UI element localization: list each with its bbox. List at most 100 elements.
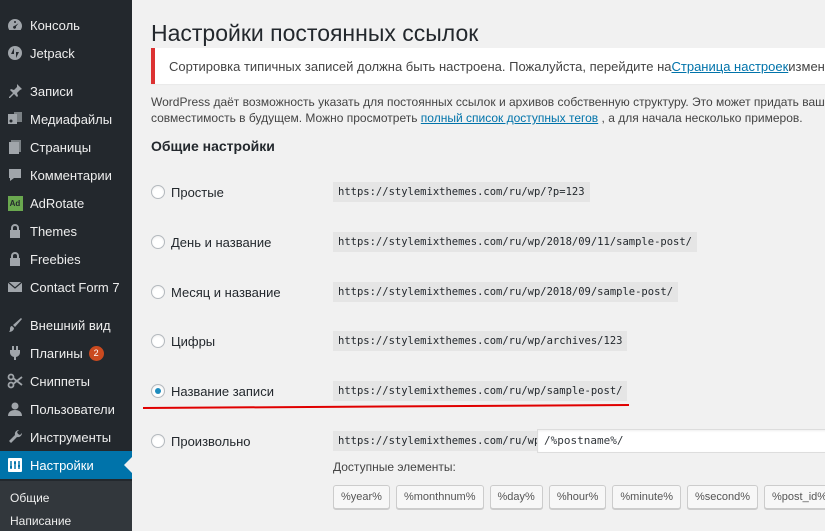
sidebar-item-plugins[interactable]: Плагины 2 [0,339,132,367]
option-label[interactable]: Месяц и название [171,285,281,300]
settings-page-link[interactable]: Страница настроек [672,59,789,74]
sidebar-item-contact-form[interactable]: Contact Form 7 [0,273,132,301]
settings-icon [0,457,30,473]
sidebar-item-tools[interactable]: Инструменты [0,423,132,451]
mail-icon [0,279,30,295]
sidebar-item-label: Jetpack [30,45,75,61]
sidebar-item-pages[interactable]: Страницы [0,133,132,161]
plugin-icon [0,345,30,361]
main-content: Настройки постоянных ссылок Сортировка т… [132,0,825,531]
sidebar-item-label: Комментарии [30,167,112,183]
sidebar-item-posts[interactable]: Записи [0,77,132,105]
jetpack-icon [0,45,30,61]
tags-list-link[interactable]: полный список доступных тегов [421,111,598,125]
tag-button-minute[interactable]: %minute% [612,485,681,509]
submenu-item-general[interactable]: Общие [10,491,49,505]
example-url: https://stylemixthemes.com/ru/wp/2018/09… [333,282,679,302]
update-count-badge: 2 [88,345,104,361]
radio-custom[interactable] [151,434,165,448]
sidebar-item-label: AdRotate [30,195,85,211]
admin-sidebar: Консоль Jetpack Записи Медиафайлы Страни… [0,0,132,531]
sidebar-item-appearance[interactable]: Внешний вид [0,311,132,339]
sidebar-item-jetpack[interactable]: Jetpack [0,39,132,67]
option-day-name[interactable]: День и название [151,232,271,252]
sidebar-item-label: Themes [30,223,77,239]
wrench-icon [0,429,30,445]
notice-text: Сортировка типичных записей должна быть … [169,58,672,74]
sidebar-item-label: Страницы [30,139,92,155]
user-icon [0,401,30,417]
example-url: https://stylemixthemes.com/ru/wp/archive… [333,331,628,351]
pin-icon [0,83,30,99]
custom-structure-input[interactable]: /%postname%/ [537,429,825,453]
tag-button-hour[interactable]: %hour% [548,485,607,509]
media-icon [0,111,30,127]
available-tags-label: Доступные элементы: [333,460,456,474]
tag-button-monthnum[interactable]: %monthnum% [395,485,484,509]
tag-button-day[interactable]: %day% [489,485,543,509]
option-label[interactable]: Простые [171,185,224,200]
option-numeric[interactable]: Цифры [151,331,215,351]
lock-icon [0,223,30,239]
page-title: Настройки постоянных ссылок [151,20,479,46]
radio-day-name[interactable] [151,235,165,249]
sidebar-item-adrotate[interactable]: Ad AdRotate [0,189,132,217]
annotation-underline [142,404,630,409]
description-line-2: совместимость в будущем. Можно просмотре… [151,111,421,125]
option-post-name[interactable]: Название записи [151,381,274,401]
description-line-1: WordPress даёт возможность указать для п… [151,95,825,109]
sidebar-item-console[interactable]: Консоль [0,11,132,39]
sidebar-item-users[interactable]: Пользователи [0,395,132,423]
sidebar-item-label: Внешний вид [30,317,111,333]
tag-button-year[interactable]: %year% [333,485,390,509]
lock-icon [0,251,30,267]
example-url: https://stylemixthemes.com/ru/wp/sample-… [333,381,628,401]
pages-icon [0,139,30,155]
sidebar-item-label: Плагины [30,345,83,361]
option-plain[interactable]: Простые [151,182,224,202]
option-label[interactable]: Цифры [171,334,215,349]
sidebar-item-label: Freebies [30,251,81,267]
sidebar-item-label: Сниппеты [30,373,91,389]
sidebar-item-media[interactable]: Медиафайлы [0,105,132,133]
sidebar-item-label: Инструменты [30,429,112,445]
example-url: https://stylemixthemes.com/ru/wp/?p=123 [333,182,590,202]
radio-plain[interactable] [151,185,165,199]
dashboard-icon [0,17,30,33]
sidebar-item-label: Консоль [30,17,80,33]
sidebar-item-snippets[interactable]: Сниппеты [0,367,132,395]
radio-numeric[interactable] [151,334,165,348]
comment-icon [0,167,30,183]
sidebar-item-label: Настройки [30,457,94,473]
permalink-description: WordPress даёт возможность указать для п… [151,94,825,126]
radio-post-name[interactable] [151,384,165,398]
tag-button-post-id[interactable]: %post_id% [764,485,825,509]
scissors-icon [0,373,30,389]
example-url: https://stylemixthemes.com/ru/wp/2018/09… [333,232,698,252]
description-line-2-end: , а для начала несколько примеров. [601,111,803,125]
sidebar-item-freebies[interactable]: Freebies [0,245,132,273]
option-label[interactable]: Произвольно [171,434,251,449]
settings-submenu: Общие Написание [0,481,132,531]
sidebar-item-label: Contact Form 7 [30,279,120,295]
sidebar-item-label: Пользователи [30,401,115,417]
radio-month-name[interactable] [151,285,165,299]
custom-url-prefix: https://stylemixthemes.com/ru/wp [333,431,546,451]
adrotate-icon: Ad [0,195,30,211]
tag-button-second[interactable]: %second% [686,485,759,509]
error-notice: Сортировка типичных записей должна быть … [151,48,825,84]
section-title: Общие настройки [151,138,275,154]
submenu-item-writing[interactable]: Написание [10,514,71,528]
sidebar-item-label: Медиафайлы [30,111,113,127]
option-label[interactable]: Название записи [171,384,274,399]
sidebar-item-comments[interactable]: Комментарии [0,161,132,189]
sidebar-item-themes[interactable]: Themes [0,217,132,245]
option-label[interactable]: День и название [171,235,271,250]
available-tags: %year% %monthnum% %day% %hour% %minute% … [333,485,825,509]
option-custom[interactable]: Произвольно [151,431,251,451]
notice-text-end: изменить конфигурацию [788,58,825,74]
sidebar-item-settings[interactable]: Настройки [0,451,132,479]
brush-icon [0,317,30,333]
option-month-name[interactable]: Месяц и название [151,282,281,302]
sidebar-item-label: Записи [30,83,74,99]
